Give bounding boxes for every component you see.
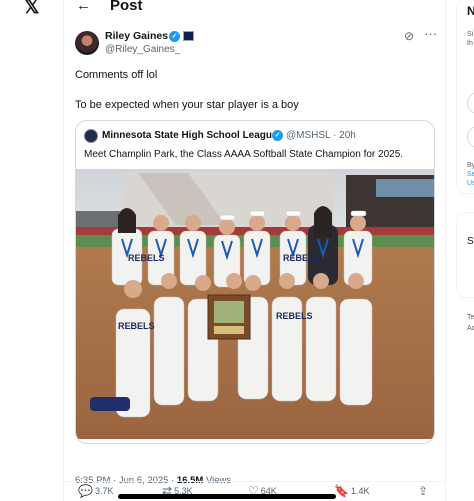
share-icon: ⇪ [418, 484, 429, 498]
reply-count: 3.7K [94, 486, 114, 496]
post-header: ← Post [64, 0, 446, 14]
jersey-lettering: REBELS [283, 253, 320, 263]
avatar[interactable] [75, 31, 99, 55]
bookmark-icon: 🔖 [334, 484, 349, 498]
page-title: Post [110, 0, 143, 14]
jersey-lettering: REBELS [118, 321, 155, 331]
jersey-lettering: REBELS [128, 253, 165, 263]
sidebar-text: Si [467, 31, 474, 38]
share-button[interactable]: ⇪ [418, 485, 430, 497]
bookmark-button[interactable]: 🔖 1.4K [334, 485, 369, 497]
author-handle[interactable]: @Riley_Gaines_ [105, 44, 180, 56]
x-logo-icon[interactable]: 𝕏 [24, 0, 46, 17]
team-photo-illustration: REBELS REBELS REBELS REBELS [76, 169, 434, 439]
sidebar-footer-text[interactable]: Ac [467, 324, 474, 333]
reply-button[interactable]: 💬 3.7K [78, 485, 113, 497]
sidebar-title: N [467, 4, 474, 18]
post-text-line: To be expected when your star player is … [75, 99, 299, 111]
post-text-line: Comments off lol [75, 69, 158, 81]
sidebar-card [456, 212, 474, 298]
jersey-lettering: REBELS [276, 311, 313, 321]
quoted-avatar [84, 129, 98, 143]
quoted-separator: · [333, 130, 337, 141]
reply-icon: 💬 [78, 484, 93, 498]
grok-icon[interactable]: ⊘ [404, 29, 414, 43]
back-arrow-icon[interactable]: ← [76, 0, 91, 14]
right-sidebar: N Si th By Se Us S Te Ac [447, 0, 474, 501]
sidebar-link[interactable]: Se [467, 170, 474, 179]
quoted-verified-badge-icon: ✓ [272, 130, 283, 141]
affiliation-badge-icon[interactable] [183, 31, 194, 41]
quoted-text: Meet Champlin Park, the Class AAAA Softb… [84, 149, 404, 160]
main-column: ← Post Riley Gaines ✓ @Riley_Gaines_ ⊘ ·… [64, 0, 446, 501]
post-text: Comments off lol To be expected when you… [75, 68, 435, 128]
sidebar-footer-text[interactable]: Te [467, 313, 474, 322]
team-photo[interactable]: REBELS REBELS REBELS REBELS [76, 169, 434, 439]
bookmark-count: 1.4K [350, 486, 370, 496]
author-name[interactable]: Riley Gaines [105, 30, 168, 43]
quoted-handle: @MSHSL [286, 130, 331, 141]
sidebar-section-title: S [467, 236, 474, 247]
sidebar-text: By [467, 162, 474, 169]
more-options-icon[interactable]: ··· [424, 26, 437, 41]
quoted-post[interactable]: Minnesota State High School League ✓ @MS… [75, 120, 435, 444]
home-indicator [118, 494, 336, 499]
sidebar-text: th [467, 40, 473, 47]
quoted-author-name: Minnesota State High School League [102, 130, 278, 141]
left-nav-rail: 𝕏 [0, 0, 64, 501]
verified-badge-icon: ✓ [169, 31, 180, 42]
quoted-meta: @MSHSL · 20h [286, 130, 356, 142]
sidebar-link[interactable]: Us [467, 179, 474, 188]
quoted-time: 20h [339, 130, 356, 141]
